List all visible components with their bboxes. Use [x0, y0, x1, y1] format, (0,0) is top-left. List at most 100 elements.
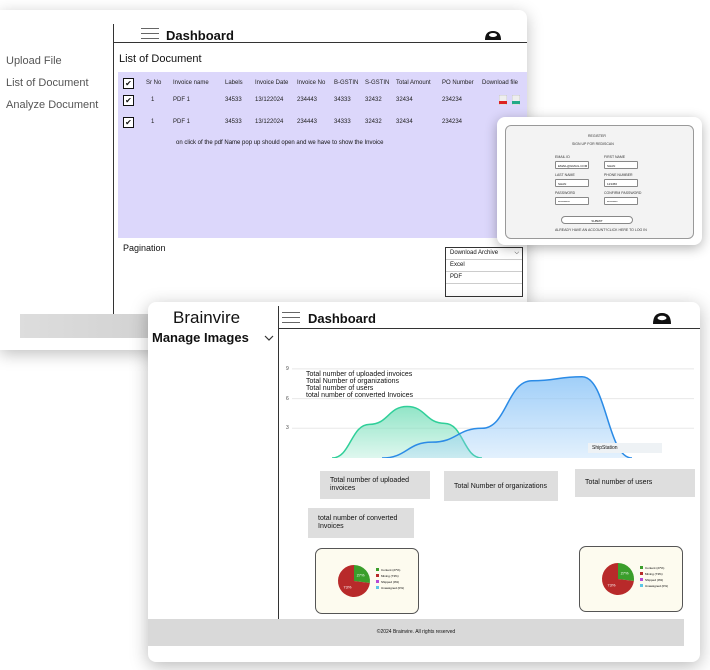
table-cell: 34333 — [334, 97, 351, 103]
sidebar-item-manage-images[interactable]: Manage Images — [152, 330, 249, 345]
chevron-down-icon[interactable] — [264, 335, 274, 341]
table-cell: 34333 — [334, 119, 351, 125]
y-tick-label: 6 — [286, 395, 289, 402]
column-header: Invoice No — [297, 80, 326, 86]
row-checkbox[interactable]: ✔ — [123, 95, 134, 106]
legend-item: Total number of users — [306, 385, 374, 392]
legend-swatch — [376, 580, 379, 583]
column-header: S-GSTIN — [365, 80, 390, 86]
download-option-excel[interactable]: Excel — [446, 260, 522, 272]
legend-label: Mining (73%) — [381, 574, 399, 578]
sidebar-item-upload-file[interactable]: Upload File — [6, 55, 62, 67]
table-cell: 34533 — [225, 119, 242, 125]
table-cell: 1 — [151, 119, 155, 125]
dashboard-window: Brainvire Dashboard Manage Images 3 6 9 To… — [148, 302, 700, 662]
pie-chart-card: 27% 73% Content (27%) Mining (73%) Shipped (… — [315, 548, 419, 614]
download-option-pdf[interactable]: PDF — [446, 272, 522, 284]
table-cell: 1 — [151, 97, 155, 103]
chart-tooltip: ShipStation — [588, 443, 662, 453]
table-note: on click of the pdf Name pop up should o… — [176, 140, 384, 146]
last-name-field[interactable]: SHAN — [555, 179, 589, 187]
legend-swatch — [640, 584, 643, 587]
legend-swatch — [640, 572, 643, 575]
column-header: Download file — [482, 80, 519, 86]
legend-label: Content (27%) — [381, 568, 400, 572]
pie-chart: 27% 73% Content (27%) Mining (73%) Shipped (… — [602, 563, 668, 595]
stat-card-organizations: Total Number of organizations — [444, 471, 558, 501]
table-cell: 234234 — [442, 119, 463, 125]
login-link[interactable]: ALREADY HAVE AN ACCOUNT?CLICK HERE TO LO… — [555, 228, 647, 232]
signup-heading: REGISTER — [588, 134, 606, 138]
table-cell: 32432 — [365, 97, 382, 103]
phone-field[interactable]: 123456 — [604, 179, 638, 187]
signup-subheading: SIGN UP FOR REDISCAN — [572, 142, 614, 146]
user-avatar-icon[interactable] — [484, 30, 502, 40]
email-label: EMAIL ID — [555, 155, 570, 159]
legend-label: Mining (73%) — [645, 572, 663, 576]
table-cell: 32434 — [396, 97, 413, 103]
table-cell: 234443 — [297, 97, 318, 103]
column-header: Labels — [225, 80, 243, 86]
confirm-password-label: CONFIRM PASSWORD — [604, 191, 642, 195]
column-header: Sr No — [146, 80, 162, 86]
sidebar-item-analyze-document[interactable]: Analyze Document — [6, 99, 98, 111]
legend-label: Content (27%) — [645, 566, 664, 570]
hamburger-menu-icon[interactable] — [141, 28, 159, 40]
document-window: Upload File List of Document Analyze Doc… — [0, 10, 527, 350]
excel-download-icon[interactable] — [512, 95, 520, 105]
column-header: B-GSTIN — [334, 80, 359, 86]
brand-logo: Brainvire — [173, 308, 241, 327]
pie-slice-label: 27% — [357, 573, 365, 578]
phone-label: PHONE NUMBER — [604, 173, 633, 177]
y-tick-label: 9 — [286, 365, 289, 372]
table-cell: 234234 — [442, 97, 463, 103]
page-title: Dashboard — [308, 311, 376, 326]
download-archive-select[interactable]: Download Archive ⌵ — [446, 248, 522, 260]
pie-chart: 27% 73% Content (27%) Mining (73%) Shipped (… — [338, 565, 404, 597]
y-tick-label: 3 — [286, 425, 289, 432]
select-all-checkbox[interactable]: ✔ — [123, 78, 134, 89]
download-archive-dropdown[interactable]: Download Archive ⌵ Excel PDF — [445, 247, 523, 297]
download-archive-label: Download Archive — [450, 250, 499, 256]
legend-item: Total Number of organizations — [306, 378, 399, 385]
stat-card-users: Total number of users — [575, 469, 695, 497]
user-avatar-icon[interactable] — [652, 312, 672, 324]
table-cell: 13/122024 — [255, 119, 284, 125]
pdf-download-icon[interactable] — [499, 95, 507, 105]
page-title: Dashboard — [166, 28, 234, 43]
chart-legend: Total number of uploaded invoices Total … — [306, 371, 413, 399]
password-field[interactable]: ********** — [555, 197, 589, 205]
pagination-label: Pagination — [123, 243, 166, 253]
invoice-name-link[interactable]: PDF 1 — [173, 119, 190, 125]
hamburger-menu-icon[interactable] — [282, 312, 300, 324]
sidebar-divider — [113, 24, 114, 324]
legend-item: total number of converted Invoices — [306, 392, 414, 399]
table-cell: 32432 — [365, 119, 382, 125]
last-name-label: LAST NAME — [555, 173, 575, 177]
column-header: Invoice name — [173, 80, 209, 86]
table-cell: 13/122024 — [255, 97, 284, 103]
sidebar-item-list-of-document[interactable]: List of Document — [6, 77, 89, 89]
sidebar-divider — [278, 306, 279, 620]
column-header: PO Number — [442, 80, 474, 86]
row-checkbox[interactable]: ✔ — [123, 117, 134, 128]
legend-label: Shipped (0%) — [381, 580, 399, 584]
header-divider — [278, 328, 700, 329]
invoice-name-link[interactable]: PDF 1 — [173, 97, 190, 103]
confirm-password-field[interactable]: ********* — [604, 197, 638, 205]
stat-card-converted-invoices: total number of converted Invoices — [308, 508, 414, 538]
pie-slice-label: 27% — [621, 571, 629, 576]
stat-card-uploaded-invoices: Total number of uploaded invoices — [320, 471, 430, 499]
first-name-field[interactable]: SHAN — [604, 161, 638, 169]
email-field[interactable]: EMAIL@GMAIL.COM — [555, 161, 589, 169]
legend-label: Unassigned (0%) — [381, 586, 404, 590]
legend-swatch — [376, 574, 379, 577]
pie-slice-label: 73% — [607, 582, 615, 587]
legend-swatch — [640, 578, 643, 581]
first-name-label: FIRST NAME — [604, 155, 626, 159]
submit-button[interactable]: SUBMIT — [561, 216, 633, 224]
table-cell: 234443 — [297, 119, 318, 125]
legend-swatch — [376, 586, 379, 589]
footer: ©2024 Brainvire. All rights reserved — [148, 619, 684, 646]
column-header: Total Amount — [396, 80, 431, 86]
